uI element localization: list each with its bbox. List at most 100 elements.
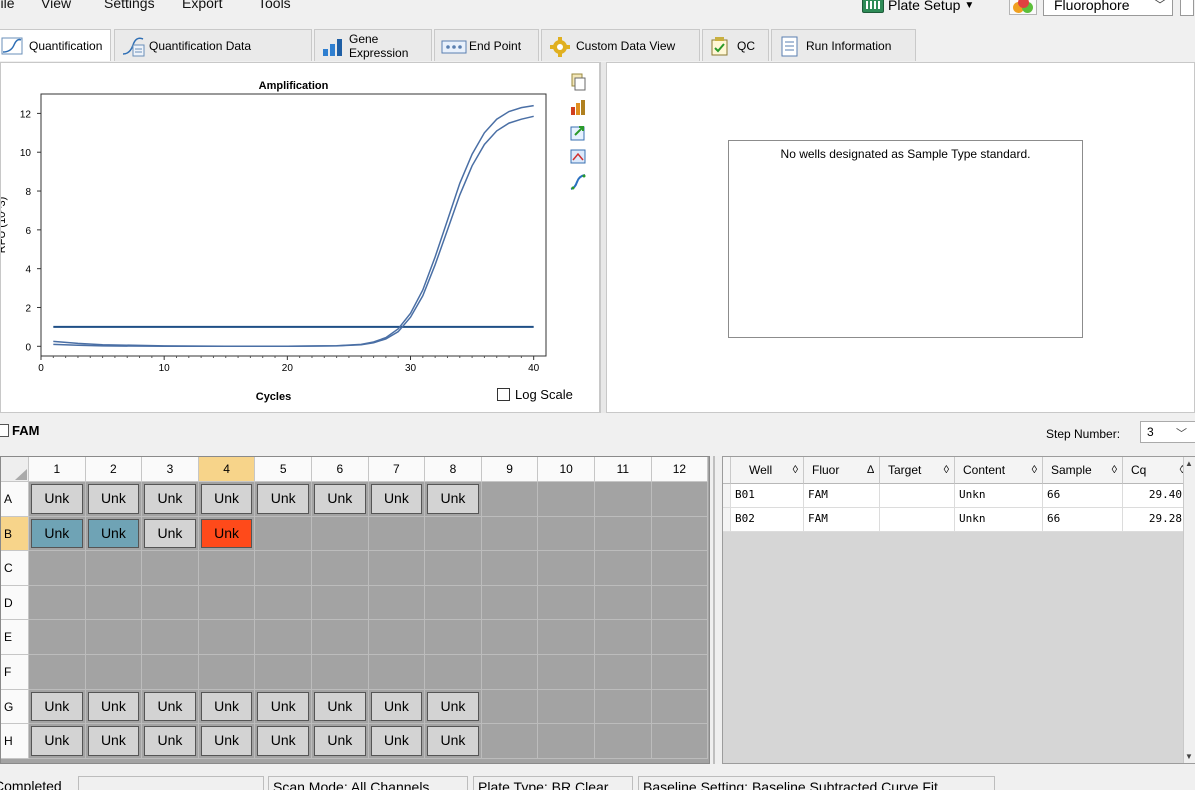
plate-well[interactable] — [255, 620, 312, 655]
table-column-header[interactable]: Cq◊ — [1123, 457, 1191, 484]
plate-well[interactable]: Unk — [368, 689, 426, 725]
plate-well[interactable] — [538, 724, 595, 759]
plate-well[interactable] — [538, 516, 595, 552]
plate-column-header[interactable]: 8 — [425, 457, 482, 482]
table-column-header[interactable]: Sample ◊ — [1043, 457, 1123, 484]
plate-row-header[interactable]: C — [1, 551, 29, 586]
plate-column-header[interactable]: 2 — [85, 457, 143, 482]
plate-row-header[interactable]: H — [1, 724, 29, 759]
plate-well[interactable]: Unk — [85, 689, 143, 725]
plate-well[interactable] — [595, 655, 652, 690]
menu-view[interactable]: View — [41, 0, 71, 11]
plate-well[interactable] — [368, 551, 426, 586]
fluorophore-select[interactable]: Fluorophore ﹀ — [1043, 0, 1173, 16]
table-cell[interactable]: 66 — [1043, 508, 1123, 532]
plate-well[interactable] — [538, 482, 595, 517]
plate-well[interactable] — [538, 585, 595, 621]
plate-well[interactable]: Unk — [255, 724, 312, 759]
plate-well[interactable] — [368, 516, 426, 552]
plate-well[interactable] — [595, 551, 652, 586]
plate-row-header[interactable]: A — [1, 482, 29, 517]
plate-column-header[interactable]: 1 — [29, 457, 86, 482]
table-cell[interactable]: 29.28 — [1123, 508, 1191, 532]
plate-well[interactable] — [595, 585, 652, 621]
plate-well[interactable] — [651, 516, 709, 552]
plate-row-header[interactable]: E — [1, 620, 29, 655]
log-scale-toggle[interactable]: Log Scale — [497, 387, 573, 402]
plate-well[interactable] — [312, 516, 369, 552]
plate-well[interactable] — [312, 551, 369, 586]
toolbar-overflow-button[interactable] — [1180, 0, 1194, 16]
plate-well[interactable] — [85, 620, 143, 655]
plate-well[interactable] — [595, 724, 652, 759]
tab-qc[interactable]: QC — [702, 29, 769, 61]
plate-well[interactable] — [29, 585, 86, 621]
plate-row-header[interactable]: F — [1, 655, 29, 690]
plate-well[interactable]: Unk — [425, 482, 482, 517]
plate-well[interactable] — [538, 620, 595, 655]
plate-well[interactable] — [651, 482, 709, 517]
table-cell[interactable]: Unkn — [955, 508, 1043, 532]
plate-well[interactable] — [425, 655, 482, 690]
plate-well[interactable]: Unk — [29, 482, 86, 517]
plate-well[interactable] — [29, 620, 86, 655]
table-column-header[interactable]: Well ◊ — [731, 457, 804, 484]
plate-well[interactable]: Unk — [85, 482, 143, 517]
plate-well[interactable] — [651, 620, 709, 655]
tab-run-information[interactable]: Run Information — [771, 29, 916, 61]
plate-well[interactable]: Unk — [198, 689, 256, 725]
chart-options-icon[interactable] — [569, 98, 587, 116]
plate-well[interactable] — [198, 620, 256, 655]
plate-well[interactable] — [142, 585, 199, 621]
fluorophore-color-icon[interactable] — [1009, 0, 1037, 15]
table-cell[interactable]: 29.40 — [1123, 484, 1191, 508]
plate-well[interactable] — [481, 551, 539, 586]
plate-well[interactable] — [481, 516, 539, 552]
table-cell[interactable] — [880, 508, 955, 532]
plate-column-header[interactable]: 7 — [368, 457, 426, 482]
plate-well[interactable]: Unk — [425, 724, 482, 759]
plate-well[interactable] — [142, 620, 199, 655]
export-icon[interactable] — [569, 123, 587, 141]
menu-file[interactable]: File — [0, 0, 15, 11]
plate-well[interactable] — [85, 585, 143, 621]
plate-well[interactable] — [595, 620, 652, 655]
plate-well[interactable]: Unk — [142, 724, 199, 759]
tab-quantification[interactable]: Quantification — [0, 29, 111, 61]
table-cell[interactable]: FAM — [804, 484, 880, 508]
table-column-header[interactable]: Content ◊ — [955, 457, 1043, 484]
plate-well[interactable] — [312, 620, 369, 655]
plate-well[interactable] — [198, 655, 256, 690]
plate-well[interactable] — [368, 620, 426, 655]
plate-well[interactable]: Unk — [85, 724, 143, 759]
plate-well[interactable]: Unk — [85, 516, 143, 552]
plate-row-header[interactable]: D — [1, 585, 29, 621]
tab-end-point[interactable]: End Point — [434, 29, 539, 61]
plate-well[interactable] — [425, 585, 482, 621]
table-column-header[interactable]: Target ◊ — [880, 457, 955, 484]
plate-well[interactable] — [198, 551, 256, 586]
plate-well[interactable] — [481, 585, 539, 621]
amplification-chart[interactable]: 0 10 20 30 40 0 2 4 6 8 10 12 Amplification Cycles RFU… — [1, 63, 601, 414]
plate-well[interactable]: Unk — [255, 482, 312, 517]
plate-well[interactable] — [85, 655, 143, 690]
plate-well[interactable] — [425, 516, 482, 552]
plate-well[interactable] — [255, 655, 312, 690]
plate-row-header[interactable]: G — [1, 689, 29, 725]
plate-well[interactable] — [595, 482, 652, 517]
menu-tools[interactable]: Tools — [258, 0, 291, 11]
scroll-down-icon[interactable]: ▼ — [1185, 752, 1193, 761]
plate-column-header[interactable]: 9 — [481, 457, 539, 482]
step-number-select[interactable]: 3 ﹀ — [1140, 421, 1195, 443]
menu-export[interactable]: Export — [182, 0, 222, 11]
table-scrollbar[interactable]: ▲ ▼ — [1183, 457, 1195, 763]
plate-column-header[interactable]: 4 — [198, 457, 256, 482]
plate-column-header[interactable]: 12 — [651, 457, 709, 482]
log-scale-checkbox[interactable] — [497, 388, 510, 401]
plate-well[interactable] — [481, 655, 539, 690]
plate-well[interactable]: Unk — [29, 516, 86, 552]
plate-well[interactable]: Unk — [312, 724, 369, 759]
plate-well[interactable]: Unk — [198, 516, 256, 552]
plate-select-all[interactable] — [1, 457, 29, 482]
tab-custom-data-view[interactable]: Custom Data View — [541, 29, 700, 61]
